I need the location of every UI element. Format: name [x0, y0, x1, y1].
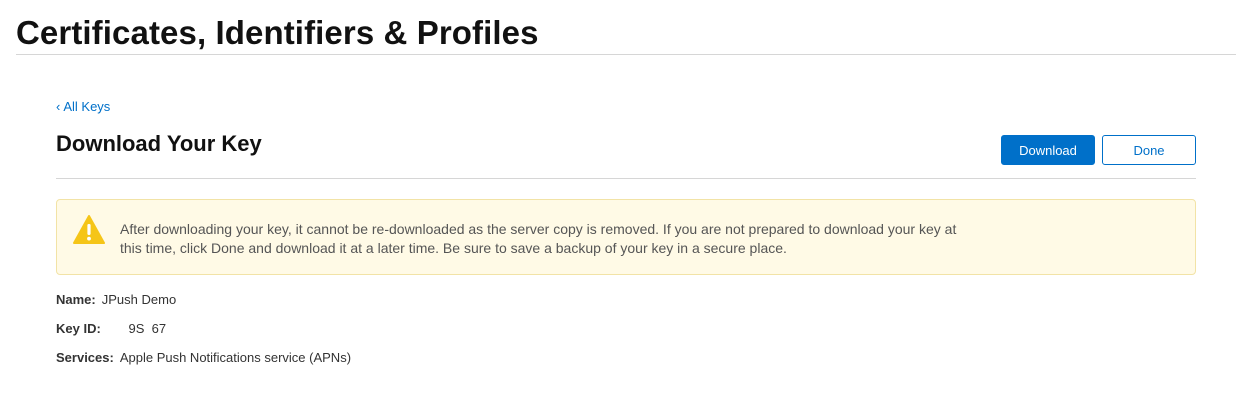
warning-message: After downloading your key, it cannot be…: [120, 221, 957, 256]
key-services-value: Apple Push Notifications service (APNs): [119, 350, 352, 365]
key-services-label: Services:: [56, 350, 114, 365]
download-button[interactable]: Download: [1001, 135, 1095, 165]
key-id-value: 9S 67: [106, 321, 167, 336]
key-name-row: Name: JPush Demo: [56, 292, 176, 307]
header-divider: [16, 54, 1236, 55]
key-services-row: Services: Apple Push Notifications servic…: [56, 350, 351, 365]
app-title: Certificates, Identifiers & Profiles: [16, 14, 539, 51]
key-name-value: JPush Demo: [101, 292, 177, 307]
key-name-label: Name:: [56, 292, 96, 307]
warning-triangle-icon: [73, 215, 105, 244]
chevron-left-icon: ‹: [56, 99, 61, 114]
section-divider: [56, 178, 1196, 179]
key-id-row: Key ID: 9S 67: [56, 321, 166, 336]
key-id-label: Key ID:: [56, 321, 101, 336]
all-keys-back-link[interactable]: ‹ All Keys: [56, 99, 110, 114]
done-button[interactable]: Done: [1102, 135, 1196, 165]
warning-banner: After downloading your key, it cannot be…: [56, 199, 1196, 275]
key-download-page: Certificates, Identifiers & Profiles ‹ Al…: [0, 0, 1255, 404]
page-title: Download Your Key: [56, 131, 262, 156]
back-link-label: All Keys: [63, 99, 111, 114]
